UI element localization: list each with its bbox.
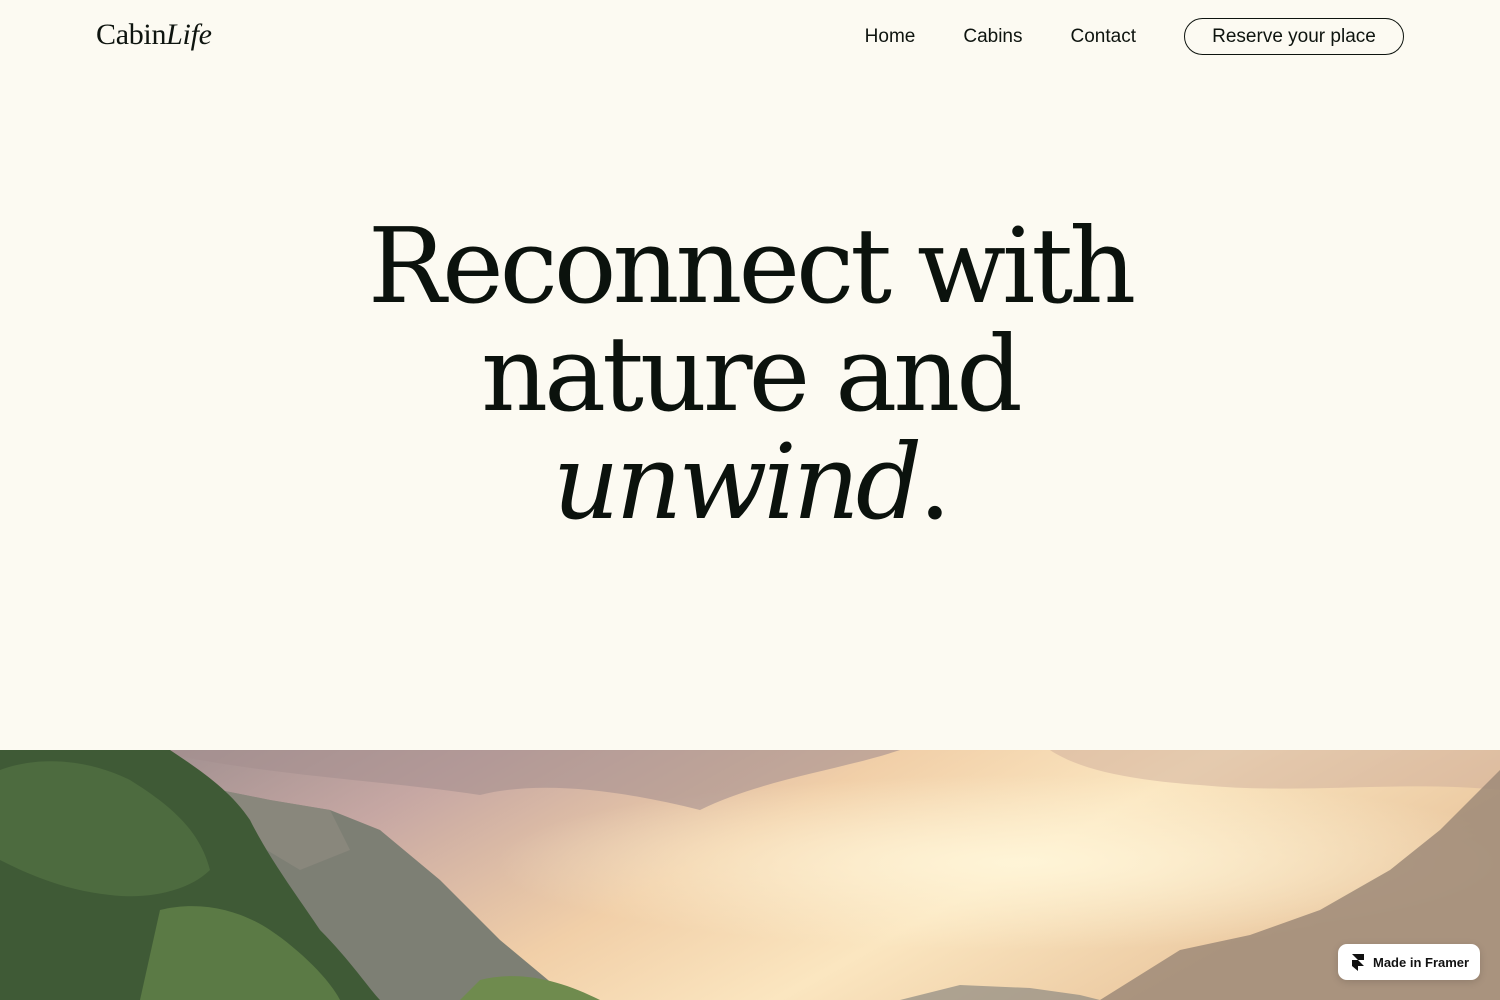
made-in-framer-badge[interactable]: Made in Framer <box>1338 944 1480 980</box>
hero-heading: Reconnect with nature and unwind. <box>0 212 1500 536</box>
badge-label: Made in Framer <box>1373 954 1470 970</box>
site-header: CabinLife Home Cabins Contact Reserve yo… <box>0 0 1500 72</box>
landscape-photo <box>0 750 1500 1000</box>
hero-section: Reconnect with nature and unwind. <box>0 212 1500 536</box>
mountain-sunset-illustration <box>0 750 1500 1000</box>
reserve-button[interactable]: Reserve your place <box>1184 18 1404 55</box>
framer-icon <box>1352 953 1364 971</box>
logo-regular: Cabin <box>96 18 167 51</box>
hero-italic-word: unwind <box>552 421 923 543</box>
hero-line-2: nature and <box>481 313 1023 435</box>
nav-contact-link[interactable]: Contact <box>1071 18 1136 55</box>
nav-cabins-link[interactable]: Cabins <box>963 18 1022 55</box>
hero-period: . <box>918 421 951 543</box>
hero-line-3: unwind. <box>0 428 1500 536</box>
hero-line-1: Reconnect with <box>367 205 1136 327</box>
nav-home-link[interactable]: Home <box>865 18 916 55</box>
logo[interactable]: CabinLife <box>96 16 212 54</box>
logo-italic: Life <box>166 18 212 51</box>
main-nav: Home Cabins Contact Reserve your place <box>865 18 1404 55</box>
